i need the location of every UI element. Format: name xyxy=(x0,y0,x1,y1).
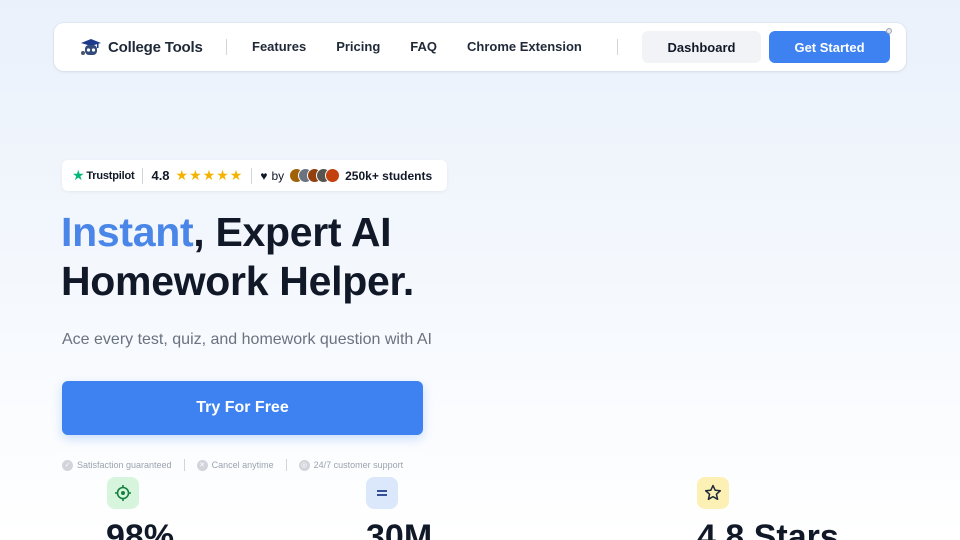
get-started-button[interactable]: Get Started xyxy=(769,31,890,63)
hero-headline: Instant, Expert AI Homework Helper. xyxy=(61,208,414,306)
nav-divider xyxy=(226,39,227,55)
stat-value: 98% xyxy=(106,518,175,540)
target-icon xyxy=(107,477,139,509)
trustpilot-star-icon: ★ xyxy=(72,167,85,183)
hero-subtext: Ace every test, quiz, and homework quest… xyxy=(62,331,432,348)
assurance-label: 24/7 customer support xyxy=(313,460,404,470)
assurance-row: ✓ Satisfaction guaranteed ✕ Cancel anyti… xyxy=(62,459,403,471)
logo-text: College Tools xyxy=(108,38,203,56)
divider xyxy=(142,167,144,184)
shield-check-icon: ✓ xyxy=(62,459,73,471)
students-count: 250k+ students xyxy=(345,168,433,183)
rating-stars: ★★★★★ xyxy=(175,167,244,183)
assurance-item: ◎ 24/7 customer support xyxy=(298,459,404,471)
nav-link-features[interactable]: Features xyxy=(252,39,306,54)
assurance-label: Cancel anytime xyxy=(211,460,274,470)
nav-link-pricing[interactable]: Pricing xyxy=(336,39,380,54)
support-icon: ◎ xyxy=(298,459,310,471)
divider xyxy=(285,459,287,471)
trust-badge: ★ Trustpilot 4.8 ★★★★★ ♥ by 250k+ studen… xyxy=(62,160,447,191)
stat-value: 4.8 Stars xyxy=(697,518,839,540)
trustpilot-brand: Trustpilot xyxy=(86,169,135,182)
headline-rest: , Expert AI xyxy=(193,209,392,255)
by-label: by xyxy=(271,168,285,183)
divider xyxy=(183,459,185,471)
assurance-label: Satisfaction guaranteed xyxy=(77,460,172,470)
avatar xyxy=(325,168,341,183)
student-avatars xyxy=(289,168,341,183)
assurance-item: ✕ Cancel anytime xyxy=(196,459,274,471)
dashboard-button[interactable]: Dashboard xyxy=(642,31,761,63)
headline-accent: Instant xyxy=(61,209,194,255)
heart-icon: ♥ xyxy=(260,168,268,183)
trustpilot-logo: ★ Trustpilot xyxy=(72,167,135,184)
star-icon xyxy=(697,477,729,509)
rating-value: 4.8 xyxy=(151,168,170,183)
logo[interactable]: College Tools xyxy=(78,36,203,58)
notification-dot xyxy=(886,28,892,34)
nav-link-chrome-extension[interactable]: Chrome Extension xyxy=(467,39,582,54)
try-for-free-button[interactable]: Try For Free xyxy=(62,381,423,435)
stat-value: 30M xyxy=(366,518,433,540)
equals-icon xyxy=(366,477,398,509)
headline-line2: Homework Helper. xyxy=(61,258,414,304)
nav-link-faq[interactable]: FAQ xyxy=(410,39,437,54)
top-navbar: College Tools Features Pricing FAQ Chrom… xyxy=(54,23,906,71)
robot-mascot-icon xyxy=(78,36,104,58)
divider xyxy=(251,167,253,184)
nav-links: Features Pricing FAQ Chrome Extension xyxy=(252,39,582,54)
assurance-item: ✓ Satisfaction guaranteed xyxy=(62,459,172,471)
x-circle-icon: ✕ xyxy=(196,459,208,471)
nav-divider xyxy=(617,39,618,55)
